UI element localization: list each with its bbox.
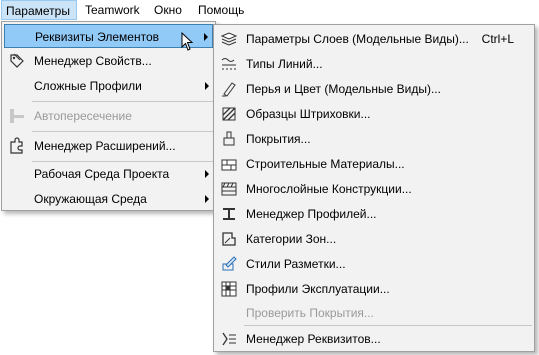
menu-separator: [32, 101, 213, 102]
menu-item-label: Реквизиты Элементов: [35, 30, 160, 44]
menu-item-auto-intersection[interactable]: Автопересечение: [4, 104, 213, 128]
submenu-arrow-icon: [205, 195, 209, 203]
menu-item-label: Менеджер Расширений...: [34, 139, 176, 153]
menu-item-label: Менеджер Свойств...: [34, 54, 152, 68]
pen-icon: [220, 80, 238, 98]
submenu-item-markup-styles[interactable]: Стили Разметки...: [216, 252, 532, 276]
menu-item-label: Менеджер Профилей...: [246, 207, 377, 221]
composite-icon: [220, 180, 238, 198]
submenu-arrow-icon: [204, 33, 208, 41]
menu-separator: [244, 325, 532, 326]
layers-icon: [220, 30, 238, 48]
menu-item-label: Перья и Цвет (Модельные Виды)...: [246, 82, 441, 96]
menu-item-label: Проверить Покрытия...: [246, 306, 374, 320]
submenu-item-check-surfaces[interactable]: Проверить Покрытия...: [216, 301, 532, 325]
menu-item-label: Параметры Слоев (Модельные Виды)...: [246, 32, 469, 46]
menu-item-label: Окружающая Среда: [34, 192, 147, 206]
menu-item-label: Профили Эксплуатации...: [246, 282, 390, 296]
profile-beam-icon: [220, 205, 238, 223]
submenu-item-zone-categories[interactable]: Категории Зон...: [216, 227, 532, 251]
menu-parameters[interactable]: Параметры: [1, 0, 77, 20]
submenu-item-fill-types[interactable]: Образцы Штриховки...: [216, 102, 532, 126]
menu-window[interactable]: Окно: [150, 0, 186, 20]
submenu-item-line-types[interactable]: Типы Линий...: [216, 52, 532, 76]
operation-profiles-icon: [220, 280, 238, 298]
submenu-item-profile-manager[interactable]: Менеджер Профилей...: [216, 202, 532, 226]
submenu-item-layer-settings[interactable]: Параметры Слоев (Модельные Виды)... Ctrl…: [216, 27, 532, 51]
element-attributes-submenu: Параметры Слоев (Модельные Виды)... Ctrl…: [213, 24, 535, 352]
menu-item-label: Многослойные Конструкции...: [246, 182, 412, 196]
submenu-item-operation-profiles[interactable]: Профили Эксплуатации...: [216, 277, 532, 301]
menu-item-property-manager[interactable]: Менеджер Свойств...: [4, 49, 213, 73]
paint-brush-icon: [220, 130, 238, 148]
hatch-icon: [220, 105, 238, 123]
submenu-item-pens-colors[interactable]: Перья и Цвет (Модельные Виды)...: [216, 77, 532, 101]
menu-item-label: Менеджер Реквизитов...: [246, 332, 381, 346]
auto-intersection-icon: [8, 107, 26, 125]
menu-item-environment[interactable]: Окружающая Среда: [4, 187, 213, 211]
mouse-cursor-icon: [181, 31, 195, 52]
submenu-arrow-icon: [205, 170, 209, 178]
line-types-icon: [220, 55, 238, 73]
menu-item-label: Автопересечение: [34, 109, 132, 123]
submenu-item-surfaces[interactable]: Покрытия...: [216, 127, 532, 151]
menu-separator: [32, 131, 213, 132]
submenu-item-composites[interactable]: Многослойные Конструкции...: [216, 177, 532, 201]
menu-item-label: Покрытия...: [246, 132, 311, 146]
menu-item-shortcut: Ctrl+L: [481, 32, 514, 46]
menu-item-label: Типы Линий...: [246, 57, 323, 71]
zone-categories-icon: [220, 230, 238, 248]
attribute-manager-icon: [220, 330, 238, 348]
puzzle-icon: [8, 137, 26, 155]
menu-item-label: Образцы Штриховки...: [246, 107, 371, 121]
menu-item-label: Рабочая Среда Проекта: [34, 167, 170, 181]
menu-bar: Параметры Teamwork Окно Помощь: [0, 0, 539, 21]
menu-item-complex-profiles[interactable]: Сложные Профили: [4, 74, 213, 98]
building-materials-icon: [220, 155, 238, 173]
menu-item-extension-manager[interactable]: Менеджер Расширений...: [4, 134, 213, 158]
menu-item-label: Сложные Профили: [34, 79, 142, 93]
menu-teamwork[interactable]: Teamwork: [81, 0, 144, 20]
menu-item-label: Строительные Материалы...: [246, 157, 405, 171]
menu-help[interactable]: Помощь: [194, 0, 248, 20]
submenu-arrow-icon: [205, 82, 209, 90]
menu-item-label: Стили Разметки...: [246, 257, 346, 271]
menu-item-project-work-environment[interactable]: Рабочая Среда Проекта: [4, 162, 213, 186]
menu-item-label: Категории Зон...: [246, 232, 337, 246]
markup-styles-icon: [220, 255, 238, 273]
submenu-item-building-materials[interactable]: Строительные Материалы...: [216, 152, 532, 176]
property-tag-icon: [8, 52, 26, 70]
submenu-item-attribute-manager[interactable]: Менеджер Реквизитов...: [216, 327, 532, 351]
